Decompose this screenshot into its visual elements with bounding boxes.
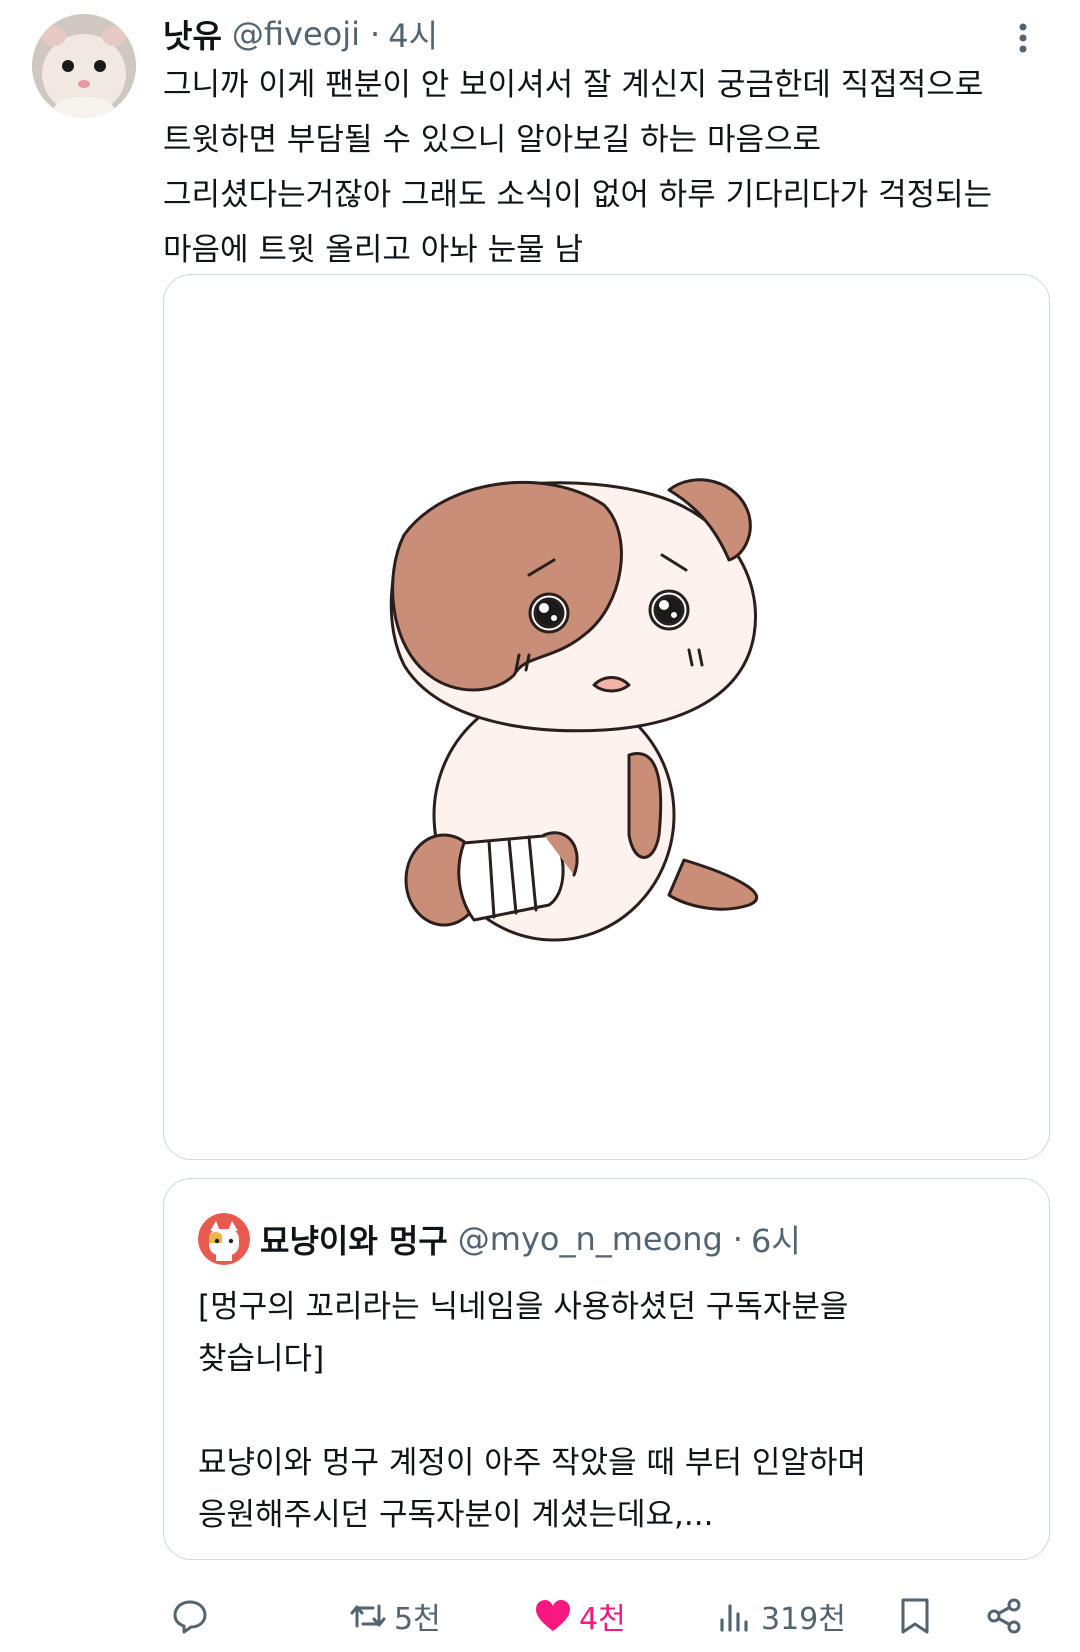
separator-dot: · <box>732 1220 743 1258</box>
views-bar-icon <box>720 1604 748 1632</box>
hamster-avatar-image <box>32 14 136 118</box>
quoted-tweet-card[interactable]: 묘냥이와 멍구 @myo_n_meong · 6시 [멍구의 꼬리라는 닉네임을… <box>163 1178 1050 1560</box>
tweet-text-line: 그니까 이게 팬분이 안 보이셔서 잘 계신지 궁금한데 직접적으로 <box>163 67 984 103</box>
retweet-count: 5천 <box>394 1602 441 1637</box>
retweet-icon <box>350 1604 386 1628</box>
share-icon <box>987 1598 1021 1634</box>
quoted-text-line: 묘냥이와 멍구 계정이 아주 작았을 때 부터 인알하며 <box>198 1445 866 1481</box>
cat-avatar-image <box>198 1213 250 1265</box>
reply-icon <box>173 1600 207 1634</box>
like-button[interactable]: 4천 <box>533 1586 626 1646</box>
tweet-media-image[interactable] <box>163 274 1050 1160</box>
tweet-text: 그니까 이게 팬분이 안 보이셔서 잘 계신지 궁금한데 직접적으로 트윗하면 … <box>163 58 1063 278</box>
tweet-text-line: 마음에 트윗 올리고 아놔 눈물 남 <box>163 232 584 268</box>
tweet-action-bar: 5천 4천 319천 <box>0 1586 1080 1646</box>
bookmark-button[interactable] <box>895 1586 935 1646</box>
separator-dot: · <box>370 15 381 53</box>
quoted-text-line: 찾습니다] <box>198 1341 325 1377</box>
sad-puppy-illustration <box>389 478 758 942</box>
quoted-text-line <box>198 1385 1018 1437</box>
quoted-text-line: 응원해주시던 구독자분이 계셨는데요,... <box>198 1497 714 1533</box>
tweet-time[interactable]: 4시 <box>388 11 438 57</box>
tweet-text-line: 그리셨다는거잖아 그래도 소식이 없어 하루 기다리다가 걱정되는 <box>163 177 993 213</box>
display-name[interactable]: 낫유 <box>163 11 222 57</box>
quoted-tweet-time: 6시 <box>750 1222 801 1260</box>
quoted-display-name[interactable]: 묘냥이와 멍구 <box>260 1216 448 1262</box>
quoted-user-handle[interactable]: @myo_n_meong <box>458 1220 723 1258</box>
user-avatar[interactable] <box>32 14 136 118</box>
more-options-button[interactable] <box>1008 18 1038 58</box>
views-button[interactable]: 319천 <box>715 1586 846 1646</box>
heart-filled-icon <box>536 1600 570 1631</box>
quoted-text-line: [멍구의 꼬리라는 닉네임을 사용하셨던 구독자분을 <box>198 1289 849 1325</box>
share-button[interactable] <box>985 1586 1025 1646</box>
retweet-button[interactable]: 5천 <box>348 1586 441 1646</box>
tweet-header: 낫유 @fiveoji · 4시 <box>163 12 438 56</box>
quoted-tweet-text: [멍구의 꼬리라는 닉네임을 사용하셨던 구독자분을 찾습니다] 묘냥이와 멍구… <box>198 1281 1018 1541</box>
quoted-user-avatar[interactable] <box>198 1213 250 1265</box>
tweet-text-line: 트윗하면 부담될 수 있으니 알아보길 하는 마음으로 <box>163 122 822 158</box>
like-count: 4천 <box>579 1602 626 1637</box>
more-vertical-icon <box>1019 23 1027 53</box>
user-handle[interactable]: @fiveoji <box>232 15 360 53</box>
reply-button[interactable] <box>170 1586 210 1646</box>
bookmark-icon <box>901 1598 929 1634</box>
quoted-tweet-header: 묘냥이와 멍구 @myo_n_meong · 6시 <box>260 1215 801 1263</box>
views-count: 319천 <box>761 1602 846 1637</box>
